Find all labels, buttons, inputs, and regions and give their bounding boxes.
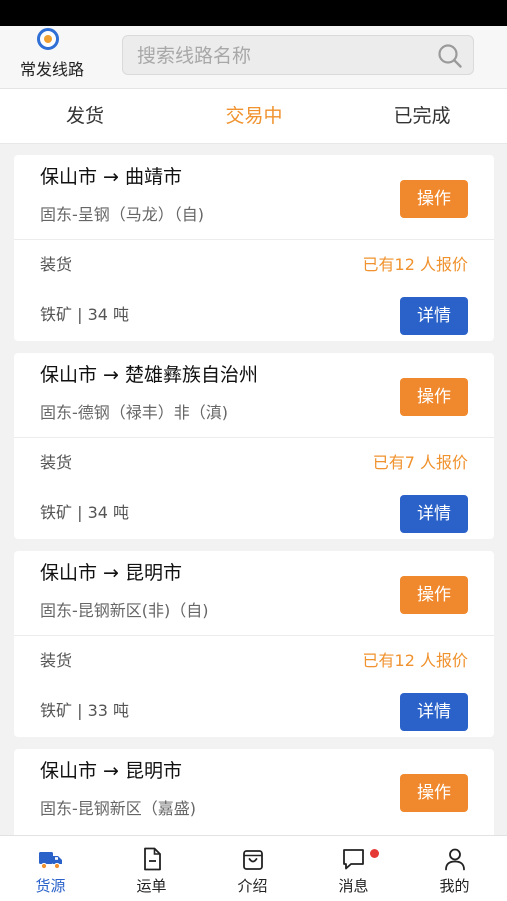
company-name: 固东-德钢（禄丰）非（滇)	[40, 403, 229, 422]
frequent-routes-label: 常发线路	[19, 60, 84, 79]
nav-messages[interactable]: 消息	[303, 836, 404, 901]
quote-count: 已有7 人报价	[372, 453, 468, 472]
company-name: 固东-昆钢新区(非)（自)	[40, 601, 209, 620]
search-icon[interactable]	[437, 43, 463, 69]
quote-count: 已有12 人报价	[362, 255, 468, 274]
divider	[14, 635, 494, 636]
truck-icon	[39, 852, 62, 870]
nav-messages-label: 消息	[338, 877, 369, 895]
nav-profile[interactable]: 我的	[404, 836, 505, 901]
bottom-tab-bar: 货源 运单 介绍 消息 我的	[0, 835, 507, 901]
detail-button[interactable]: 详情	[400, 297, 468, 335]
unread-badge	[370, 849, 379, 858]
cargo-info: 铁矿 | 33 吨	[40, 701, 130, 720]
route-title: 保山市 → 楚雄彝族自治州	[40, 364, 258, 386]
company-name: 固东-呈钢（马龙）（自)	[40, 205, 205, 224]
detail-button[interactable]: 详情	[400, 693, 468, 731]
document-icon	[144, 847, 161, 871]
status-bar	[0, 0, 507, 26]
quote-count: 已有12 人报价	[362, 651, 468, 670]
route-title: 保山市 → 曲靖市	[40, 166, 182, 188]
order-list[interactable]: 保山市 → 曲靖市 固东-呈钢（马龙）（自) 操作 装货 已有12 人报价 铁矿…	[0, 155, 507, 835]
bag-icon	[243, 850, 263, 870]
operate-button[interactable]: 操作	[400, 576, 468, 614]
load-status: 装货	[40, 255, 73, 274]
cargo-info: 铁矿 | 34 吨	[40, 503, 130, 522]
tab-in-trade[interactable]: 交易中	[194, 89, 314, 143]
company-name: 固东-昆钢新区（嘉盛)	[40, 799, 197, 818]
tab-ship[interactable]: 发货	[25, 89, 145, 143]
divider	[14, 239, 494, 240]
order-card: 保山市 → 曲靖市 固东-呈钢（马龙）（自) 操作 装货 已有12 人报价 铁矿…	[14, 155, 494, 341]
nav-cargo-source-label: 货源	[35, 877, 66, 895]
nav-profile-label: 我的	[439, 877, 470, 895]
user-icon	[445, 848, 465, 871]
chat-icon	[343, 849, 364, 870]
nav-introduction[interactable]: 介绍	[202, 836, 303, 901]
target-icon	[37, 28, 59, 50]
search-input[interactable]	[135, 42, 429, 70]
operate-button[interactable]: 操作	[400, 774, 468, 812]
order-card: 保山市 → 楚雄彝族自治州 固东-德钢（禄丰）非（滇) 操作 装货 已有7 人报…	[14, 353, 494, 539]
cargo-info: 铁矿 | 34 吨	[40, 305, 130, 324]
nav-waybill-label: 运单	[136, 877, 167, 895]
order-card: 保山市 → 昆明市 固东-昆钢新区(非)（自) 操作 装货 已有12 人报价 铁…	[14, 551, 494, 737]
route-title: 保山市 → 昆明市	[40, 760, 182, 782]
header: 常发线路	[0, 26, 507, 89]
divider	[14, 437, 494, 438]
nav-introduction-label: 介绍	[237, 877, 268, 895]
route-title: 保山市 → 昆明市	[40, 562, 182, 584]
load-status: 装货	[40, 453, 73, 472]
load-status: 装货	[40, 651, 73, 670]
nav-waybill[interactable]: 运单	[101, 836, 202, 901]
search-box[interactable]	[122, 35, 474, 75]
operate-button[interactable]: 操作	[400, 180, 468, 218]
order-status-tabs: 发货 交易中 已完成	[0, 89, 507, 144]
nav-cargo-source[interactable]: 货源	[0, 836, 101, 901]
order-card: 保山市 → 昆明市 固东-昆钢新区（嘉盛) 操作	[14, 749, 494, 835]
operate-button[interactable]: 操作	[400, 378, 468, 416]
frequent-routes-button[interactable]: 常发线路	[8, 26, 96, 88]
tab-completed[interactable]: 已完成	[362, 89, 482, 143]
detail-button[interactable]: 详情	[400, 495, 468, 533]
